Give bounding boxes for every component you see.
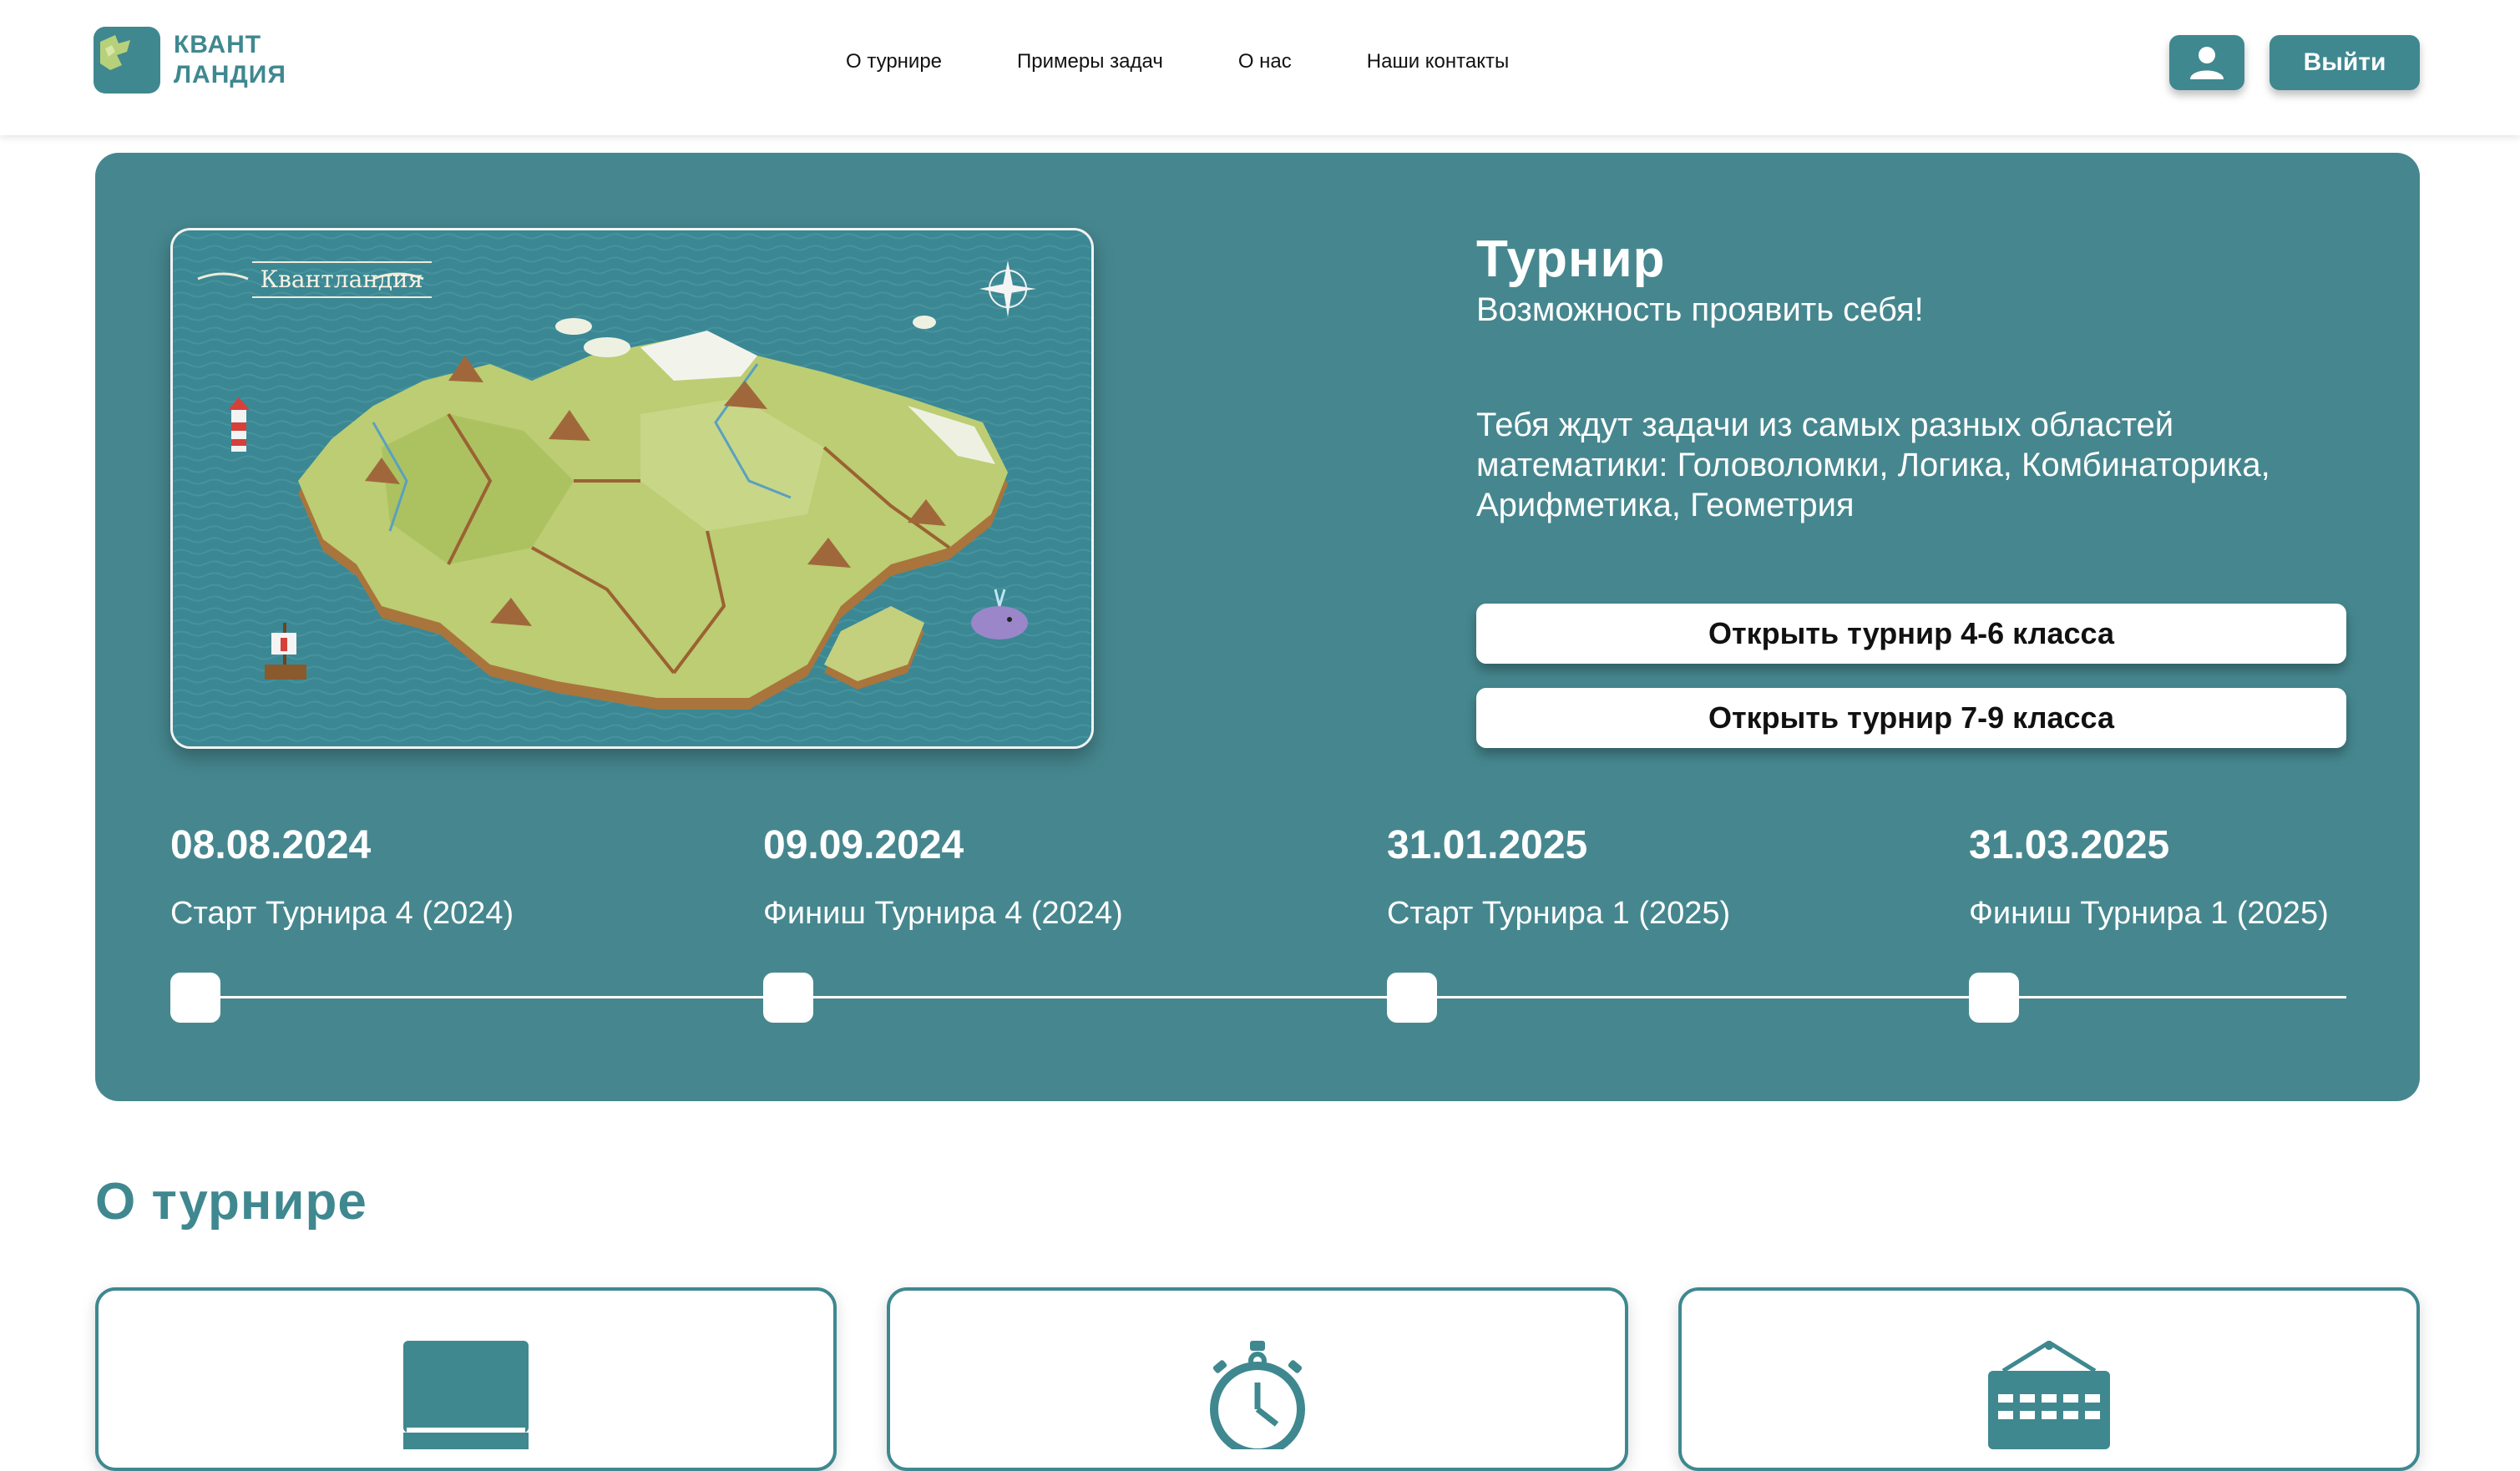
- timeline-label: Финиш Турнира 1 (2025): [1969, 896, 2329, 931]
- nav-item-sample-problems[interactable]: Примеры задач: [1017, 50, 1163, 73]
- calendar-icon: [1986, 1340, 2112, 1453]
- timeline-date: 09.09.2024: [763, 823, 964, 867]
- nav-item-about-tournament[interactable]: О турнире: [846, 50, 942, 73]
- timeline-date: 08.08.2024: [170, 823, 372, 867]
- nav-item-contacts[interactable]: Наши контакты: [1367, 50, 1509, 73]
- brand-line2: ЛАНДИЯ: [174, 61, 286, 88]
- hero-subtitle: Возможность проявить себя!: [1476, 291, 1924, 328]
- brand-logo[interactable]: КВАНТ ЛАНДИЯ: [94, 27, 286, 94]
- timeline-label: Старт Турнира 1 (2025): [1387, 896, 1731, 931]
- map-title: Квантландия: [261, 265, 423, 293]
- hero-description: Тебя ждут задачи из самых разных областе…: [1476, 407, 2270, 523]
- logout-button[interactable]: Выйти: [2270, 35, 2420, 90]
- about-section-title: О турнире: [95, 1173, 367, 1231]
- logo-icon: [94, 27, 160, 94]
- user-profile-button[interactable]: [2169, 35, 2244, 90]
- open-tournament-7-9-button[interactable]: Открыть турнир 7-9 класса: [1476, 688, 2346, 748]
- timeline-label: Финиш Турнира 4 (2024): [763, 896, 1123, 931]
- timeline-date: 31.03.2025: [1969, 823, 2170, 867]
- about-card: [887, 1287, 1628, 1471]
- timeline-marker: [1387, 973, 1437, 1023]
- hero-title: Турнир: [1476, 230, 1666, 288]
- timeline-marker: [763, 973, 813, 1023]
- timeline-marker: [170, 973, 220, 1023]
- timeline-label: Старт Турнира 4 (2024): [170, 896, 514, 931]
- book-icon: [403, 1341, 529, 1453]
- about-card: [1678, 1287, 2420, 1471]
- stopwatch-icon: [1203, 1341, 1312, 1457]
- user-icon: [2190, 47, 2224, 79]
- island-map-image: Квантландия: [170, 228, 1094, 749]
- hero-section: Квантландия Турнир Возможность проявить …: [95, 153, 2420, 1101]
- site-header: КВАНТ ЛАНДИЯ О турнире Примеры задач О н…: [0, 0, 2520, 135]
- timeline-date: 31.01.2025: [1387, 823, 1588, 867]
- timeline-line: [170, 996, 2346, 998]
- open-tournament-4-6-button[interactable]: Открыть турнир 4-6 класса: [1476, 604, 2346, 664]
- nav-item-about-us[interactable]: О нас: [1238, 50, 1292, 73]
- about-card: [95, 1287, 837, 1471]
- brand-line1: КВАНТ: [174, 31, 262, 58]
- timeline-marker: [1969, 973, 2019, 1023]
- main-nav: О турнире Примеры задач О нас Наши конта…: [846, 50, 1584, 73]
- brand-name: КВАНТ ЛАНДИЯ: [174, 30, 286, 90]
